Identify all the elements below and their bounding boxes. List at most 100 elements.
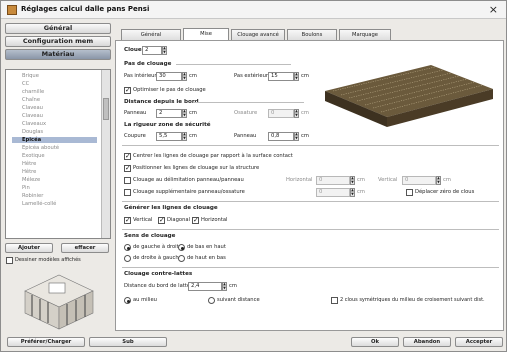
sidebar-section-general[interactable]: Général — [5, 23, 111, 34]
deplacer-checkbox[interactable] — [406, 189, 413, 196]
panneau-input[interactable]: 2 — [156, 109, 182, 118]
distance-bord-input[interactable]: 2,4 — [188, 282, 222, 291]
tab-marquage[interactable]: Marquage — [339, 29, 391, 40]
prefer-load-button[interactable]: Préférer/Charger — [7, 337, 85, 347]
sens-label: de bas en haut — [187, 244, 226, 250]
contre-lattes-title: Clouage contre-lattes — [124, 271, 193, 277]
centrer-label: Centrer les lignes de clouage par rappor… — [133, 153, 293, 159]
tab-general[interactable]: Général — [121, 29, 181, 40]
list-item[interactable]: Claveau — [22, 113, 43, 119]
list-item[interactable]: Exotique — [22, 153, 45, 159]
add-material-button[interactable]: Ajouter — [5, 243, 53, 253]
supplementaire-spinner[interactable]: ▲ ▼ — [350, 188, 355, 197]
sens-radio-gauche-droite[interactable] — [124, 244, 131, 251]
ok-button[interactable]: Ok — [351, 337, 399, 347]
accept-button[interactable]: Accepter — [455, 337, 503, 347]
list-item[interactable]: Hêtre — [22, 169, 36, 175]
clouer-spinner[interactable]: ▲ ▼ — [162, 46, 167, 55]
sidebar: Général Configuration mem Matériau Briqu… — [5, 23, 111, 333]
gen-horizontal-label: Horizontal — [201, 217, 228, 223]
coupure-input[interactable]: 5,5 — [156, 132, 182, 141]
list-item[interactable]: Douglas — [22, 129, 43, 135]
sub-button[interactable]: Sub — [89, 337, 167, 347]
show-all-checkbox[interactable] — [6, 257, 13, 264]
divider — [122, 267, 499, 268]
symetrie-checkbox[interactable] — [331, 297, 338, 304]
delimitation-checkbox[interactable] — [124, 177, 131, 184]
tab-boulons[interactable]: Boulons — [287, 29, 337, 40]
pas-exterieur-spinner[interactable]: ▲ ▼ — [294, 72, 299, 81]
au-milieu-label: au milieu — [133, 297, 157, 303]
pas-interieur-spinner[interactable]: ▲ ▼ — [182, 72, 187, 81]
vertical-input[interactable]: 0 — [402, 176, 436, 185]
panneau2-spinner[interactable]: ▲ ▼ — [294, 132, 299, 141]
optimiser-checkbox[interactable]: ✓ — [124, 87, 131, 94]
pas-interieur-input[interactable]: 30 — [156, 72, 182, 81]
coupure-spinner[interactable]: ▲ ▼ — [182, 132, 187, 141]
unit-label: cm — [229, 283, 237, 289]
ossature-spinner[interactable]: ▲ ▼ — [294, 109, 299, 118]
list-item[interactable]: Epicéa abouté — [22, 145, 59, 151]
list-item[interactable]: Brique — [22, 73, 39, 79]
tab-clouage-avance[interactable]: Clouage avancé — [231, 29, 285, 40]
list-item[interactable]: Pin — [22, 185, 30, 191]
sidebar-section-material[interactable]: Matériau — [5, 49, 111, 60]
horizontal-input[interactable]: 0 — [316, 176, 350, 185]
list-item[interactable]: Claveaux — [22, 121, 46, 127]
positionner-checkbox[interactable]: ✓ — [124, 165, 131, 172]
pas-interieur-label: Pas intérieur — [124, 73, 157, 79]
list-item[interactable]: Chaîne — [22, 97, 40, 103]
show-all-label: Dessiner modèles affichés — [15, 257, 81, 263]
list-item[interactable]: CC — [22, 81, 29, 87]
material-list[interactable]: Brique CC charnille Chaîne Claveau Clave… — [5, 69, 111, 239]
list-scrollbar[interactable] — [101, 70, 110, 238]
unit-label: cm — [301, 73, 309, 79]
securite-title: La rigueur zone de sécurité — [124, 122, 211, 128]
deplacer-label: Déplacer zéro de clous — [415, 189, 475, 195]
divider — [176, 64, 291, 65]
sidebar-section-config[interactable]: Configuration mem — [5, 36, 111, 47]
suivant-distance-radio[interactable] — [208, 297, 215, 304]
gen-diagonal-checkbox[interactable]: ✓ — [158, 217, 165, 224]
list-item[interactable]: Méleze — [22, 177, 40, 183]
unit-label: cm — [301, 110, 309, 116]
supplementaire-checkbox[interactable] — [124, 189, 131, 196]
au-milieu-radio[interactable] — [124, 297, 131, 304]
horizontal-spinner[interactable]: ▲ ▼ — [350, 176, 355, 185]
list-item[interactable]: Claveau — [22, 105, 43, 111]
list-item[interactable]: Lamellé-collé — [22, 201, 56, 207]
sens-label: de gauche à droite — [133, 244, 182, 250]
ossature-input[interactable]: 0 — [268, 109, 294, 118]
vertical-label: Vertical — [378, 177, 398, 183]
window-title: Réglages calcul dalle pans Pensi — [21, 5, 150, 13]
vertical-spinner[interactable]: ▲ ▼ — [436, 176, 441, 185]
list-item-selected[interactable]: Epicéa — [12, 137, 97, 143]
clouer-select[interactable]: 2 — [142, 46, 162, 55]
optimiser-label: Optimiser le pas de clouage — [133, 87, 206, 93]
distance-bord-spinner[interactable]: ▲ ▼ — [222, 282, 227, 291]
panneau-spinner[interactable]: ▲ ▼ — [182, 109, 187, 118]
unit-label: cm — [443, 177, 451, 183]
pas-exterieur-input[interactable]: 15 — [268, 72, 294, 81]
list-item[interactable]: Hêtre — [22, 161, 36, 167]
supplementaire-label: Clouage supplémentaire panneau/ossature — [133, 189, 245, 195]
gen-horizontal-checkbox[interactable]: ✓ — [192, 217, 199, 224]
cancel-button[interactable]: Abandon — [403, 337, 451, 347]
gen-vertical-checkbox[interactable]: ✓ — [124, 217, 131, 224]
centrer-checkbox[interactable]: ✓ — [124, 153, 131, 160]
tab-mise[interactable]: Mise — [183, 28, 229, 40]
list-item[interactable]: Robinier — [22, 193, 43, 199]
unit-label: cm — [189, 110, 197, 116]
sens-radio-bas-haut[interactable] — [178, 244, 185, 251]
supplementaire-input[interactable]: 0 — [316, 188, 350, 197]
panneau2-input[interactable]: 0,8 — [268, 132, 294, 141]
delete-material-button[interactable]: effacer — [61, 243, 109, 253]
panel-3d-preview — [325, 65, 493, 127]
list-item[interactable]: charnille — [22, 89, 44, 95]
gen-diagonal-label: Diagonal — [167, 217, 190, 223]
sens-radio-haut-bas[interactable] — [178, 255, 185, 262]
scrollbar-thumb[interactable] — [103, 98, 109, 120]
sens-radio-droite-gauche[interactable] — [124, 255, 131, 262]
dialog-window: Réglages calcul dalle pans Pensi × Génér… — [0, 0, 507, 352]
close-icon[interactable]: × — [489, 3, 498, 16]
